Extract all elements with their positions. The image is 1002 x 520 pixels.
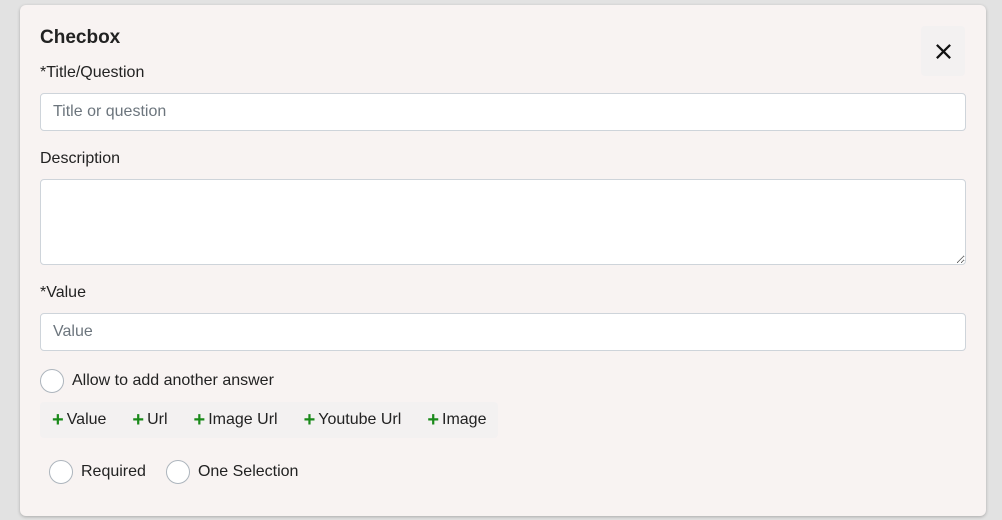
one-selection-option[interactable]: One Selection bbox=[165, 460, 299, 484]
add-youtube-url-button[interactable]: + Youtube Url bbox=[304, 410, 402, 430]
allow-another-option[interactable]: Allow to add another answer bbox=[40, 369, 274, 393]
add-value-label: Value bbox=[66, 411, 107, 428]
add-url-label: Url bbox=[147, 411, 168, 428]
value-label: *Value bbox=[40, 284, 86, 301]
description-textarea[interactable] bbox=[40, 179, 966, 265]
dialog-title: Checbox bbox=[40, 27, 121, 48]
title-question-label: *Title/Question bbox=[40, 64, 145, 81]
add-image-label: Image bbox=[442, 411, 487, 428]
one-selection-radio[interactable] bbox=[165, 460, 190, 484]
plus-icon: + bbox=[427, 409, 439, 431]
add-image-url-button[interactable]: + Image Url bbox=[194, 410, 278, 430]
allow-another-radio[interactable] bbox=[40, 369, 64, 393]
plus-icon: + bbox=[303, 409, 316, 431]
plus-icon: + bbox=[52, 409, 64, 431]
question-options-row: Required One Selection bbox=[49, 460, 318, 484]
add-youtube-url-label: Youtube Url bbox=[318, 411, 402, 428]
allow-another-label: Allow to add another answer bbox=[72, 372, 274, 389]
plus-icon: + bbox=[193, 409, 206, 431]
add-image-url-label: Image Url bbox=[208, 411, 278, 428]
description-label: Description bbox=[40, 150, 121, 167]
required-option[interactable]: Required bbox=[49, 460, 146, 484]
required-label: Required bbox=[81, 463, 146, 480]
title-question-input[interactable] bbox=[40, 93, 966, 131]
required-radio[interactable] bbox=[49, 460, 73, 484]
add-url-button[interactable]: + Url bbox=[132, 410, 167, 430]
value-input[interactable] bbox=[40, 313, 966, 351]
plus-icon: + bbox=[132, 409, 145, 431]
close-icon bbox=[935, 43, 951, 59]
close-button[interactable] bbox=[921, 26, 965, 76]
one-selection-label: One Selection bbox=[197, 463, 299, 480]
checkbox-editor-card: Checbox *Title/Question Description *Val… bbox=[20, 5, 986, 516]
add-item-toolbar: + Value + Url + Image Url + Youtube Url … bbox=[40, 402, 499, 438]
add-image-button[interactable]: + Image bbox=[427, 410, 486, 430]
add-value-button[interactable]: + Value bbox=[52, 410, 106, 430]
